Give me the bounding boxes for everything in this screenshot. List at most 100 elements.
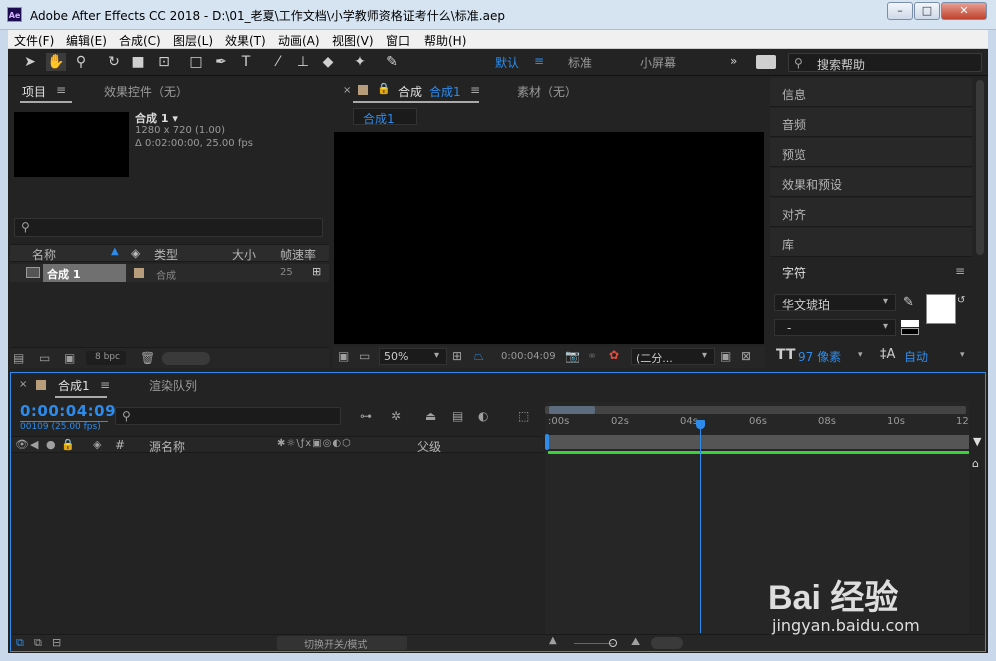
frame-blending-icon[interactable]: ▤ bbox=[452, 409, 463, 423]
bpc-button[interactable]: 8 bpc bbox=[86, 351, 126, 365]
close-button[interactable]: ✕ bbox=[941, 2, 987, 20]
comp-breadcrumb[interactable]: 合成1 bbox=[353, 108, 417, 126]
time-navigator-range[interactable] bbox=[549, 406, 595, 414]
comp-viewer[interactable] bbox=[334, 132, 764, 344]
zoom-slider-track[interactable] bbox=[574, 643, 614, 644]
expand-layer-switches-icon[interactable]: ⧉ bbox=[16, 636, 24, 650]
maximize-button[interactable]: □ bbox=[914, 2, 940, 20]
project-panel-menu-icon[interactable]: ≡ bbox=[56, 83, 66, 97]
workspace-small-screen[interactable]: 小屏幕 bbox=[640, 54, 676, 71]
snapshot-icon[interactable]: 📷 bbox=[565, 349, 580, 363]
column-name[interactable]: 名称 bbox=[32, 246, 56, 263]
zoom-dropdown[interactable]: 50% ▾ bbox=[379, 348, 447, 365]
show-snapshot-icon[interactable]: ⚭ bbox=[587, 349, 597, 363]
column-size[interactable]: 大小 bbox=[232, 246, 256, 263]
menu-file[interactable]: 文件(F) bbox=[14, 32, 54, 49]
interpret-footage-icon[interactable]: ▤ bbox=[13, 351, 24, 365]
menu-help[interactable]: 帮助(H) bbox=[424, 32, 466, 49]
solo-icon[interactable]: ● bbox=[46, 438, 56, 451]
column-framerate[interactable]: 帧速率 bbox=[280, 246, 316, 263]
more-workspaces-icon[interactable]: » bbox=[730, 54, 737, 68]
fill-color-swatch[interactable] bbox=[926, 294, 956, 324]
menu-layer[interactable]: 图层(L) bbox=[173, 32, 213, 49]
comp-marker-bin-icon[interactable]: ▼ bbox=[973, 435, 981, 448]
puppet-pin-tool-icon[interactable]: ✎ bbox=[382, 53, 402, 71]
mask-visibility-icon[interactable]: ⏢ bbox=[474, 349, 484, 364]
menu-window[interactable]: 窗口 bbox=[386, 32, 410, 49]
timeline-scrollbar[interactable] bbox=[651, 637, 683, 649]
comp-button-icon[interactable]: ⌂ bbox=[972, 457, 979, 470]
workspace-default-menu-icon[interactable]: ≡ bbox=[534, 54, 544, 68]
hand-tool-icon[interactable]: ✋ bbox=[46, 53, 66, 71]
new-composition-icon[interactable]: ▣ bbox=[64, 351, 75, 365]
tab-timeline-comp[interactable]: 合成1 bbox=[58, 377, 90, 394]
panel-libraries[interactable]: 库 bbox=[770, 228, 972, 257]
eyedropper-icon[interactable]: ✎ bbox=[903, 295, 914, 310]
column-type[interactable]: 类型 bbox=[154, 246, 178, 263]
close-tab-icon[interactable]: × bbox=[343, 85, 351, 96]
font-family-dropdown[interactable]: 华文琥珀 ▾ bbox=[774, 294, 896, 312]
label-color-swatch[interactable] bbox=[134, 268, 144, 278]
menu-effect[interactable]: 效果(T) bbox=[225, 32, 266, 49]
expand-in-out-panes-icon[interactable]: ⊟ bbox=[52, 636, 61, 649]
column-parent[interactable]: 父级 bbox=[417, 438, 441, 455]
expand-transfer-controls-icon[interactable]: ⧉ bbox=[34, 636, 42, 650]
draft-3d-icon[interactable]: ✲ bbox=[391, 409, 401, 423]
type-tool-icon[interactable]: T bbox=[236, 53, 256, 71]
menu-edit[interactable]: 编辑(E) bbox=[66, 32, 107, 49]
workspace-default[interactable]: 默认 bbox=[495, 54, 519, 71]
new-folder-icon[interactable]: ▭ bbox=[39, 351, 50, 365]
shy-layers-icon[interactable]: ⏏ bbox=[425, 409, 436, 423]
current-time-indicator[interactable] bbox=[700, 421, 701, 633]
zoom-tool-icon[interactable]: ⚲ bbox=[71, 53, 91, 71]
transparency-grid-icon[interactable]: ⊠ bbox=[741, 349, 751, 363]
zoom-in-icon[interactable]: ⛰ bbox=[631, 635, 640, 649]
column-source-name[interactable]: 源名称 bbox=[149, 438, 185, 455]
default-fill-icon[interactable] bbox=[901, 320, 919, 327]
comp-flowchart-icon[interactable]: ⊶ bbox=[360, 409, 372, 423]
panel-audio[interactable]: 音频 bbox=[770, 108, 972, 137]
project-item-row[interactable]: 合成 1 合成 25 ⊞ bbox=[10, 264, 329, 282]
lock-icon[interactable]: 🔒 bbox=[377, 82, 391, 95]
right-panels-scrollbar[interactable] bbox=[976, 80, 984, 255]
project-item-name[interactable]: 合成 1 bbox=[47, 266, 80, 282]
menu-animation[interactable]: 动画(A) bbox=[278, 32, 320, 49]
font-size-value[interactable]: 97 像素 bbox=[798, 348, 841, 365]
audio-speaker-icon[interactable]: ◀ bbox=[30, 438, 38, 451]
tab-footage[interactable]: 素材（无） bbox=[517, 83, 577, 100]
playhead-handle[interactable] bbox=[696, 420, 705, 429]
tab-effect-controls[interactable]: 效果控件（无） bbox=[104, 83, 188, 100]
zoom-slider-thumb[interactable] bbox=[609, 639, 617, 647]
default-stroke-icon[interactable] bbox=[901, 328, 919, 335]
workspace-standard[interactable]: 标准 bbox=[568, 54, 592, 71]
region-of-interest-icon[interactable]: ▣ bbox=[720, 349, 731, 363]
lock-icon[interactable]: 🔒 bbox=[61, 438, 75, 451]
layer-switches-icon[interactable]: ✱☼\ƒx▣◎◐⬡ bbox=[277, 438, 352, 449]
minimize-button[interactable]: – bbox=[887, 2, 913, 20]
flowchart-icon[interactable]: ⊞ bbox=[312, 265, 321, 278]
monitor-icon[interactable]: ▭ bbox=[359, 349, 370, 363]
menu-composition[interactable]: 合成(C) bbox=[119, 32, 161, 49]
character-menu-icon[interactable]: ≡ bbox=[955, 264, 965, 278]
label-tag-icon[interactable]: ◈ bbox=[93, 438, 101, 451]
panel-align[interactable]: 对齐 bbox=[770, 198, 972, 227]
rectangle-tool-icon[interactable]: □ bbox=[186, 53, 206, 71]
font-style-dropdown[interactable]: - ▾ bbox=[774, 319, 896, 336]
project-search-input[interactable]: ⚲ bbox=[14, 218, 323, 237]
comp-panel-menu-icon[interactable]: ≡ bbox=[470, 83, 480, 97]
graph-editor-icon[interactable]: ⬚ bbox=[518, 409, 529, 423]
panel-preview[interactable]: 预览 bbox=[770, 138, 972, 167]
menu-view[interactable]: 视图(V) bbox=[332, 32, 374, 49]
time-navigator[interactable] bbox=[545, 406, 966, 414]
rotate-tool-icon[interactable]: ↻ bbox=[104, 53, 124, 71]
work-area-bar[interactable] bbox=[548, 435, 969, 449]
leading-value[interactable]: 自动 bbox=[904, 348, 928, 365]
timeline-search-input[interactable]: ⚲ bbox=[115, 407, 341, 425]
sort-ascending-icon[interactable]: ▲ bbox=[111, 246, 119, 257]
work-area-start-handle[interactable] bbox=[545, 434, 549, 450]
layer-list-area[interactable] bbox=[11, 454, 543, 634]
clone-stamp-tool-icon[interactable]: ⊥ bbox=[293, 53, 313, 71]
motion-blur-icon[interactable]: ◐ bbox=[478, 409, 488, 423]
resolution-dropdown[interactable]: (二分... ▾ bbox=[631, 348, 715, 365]
safe-zones-icon[interactable]: ⊞ bbox=[452, 349, 462, 363]
